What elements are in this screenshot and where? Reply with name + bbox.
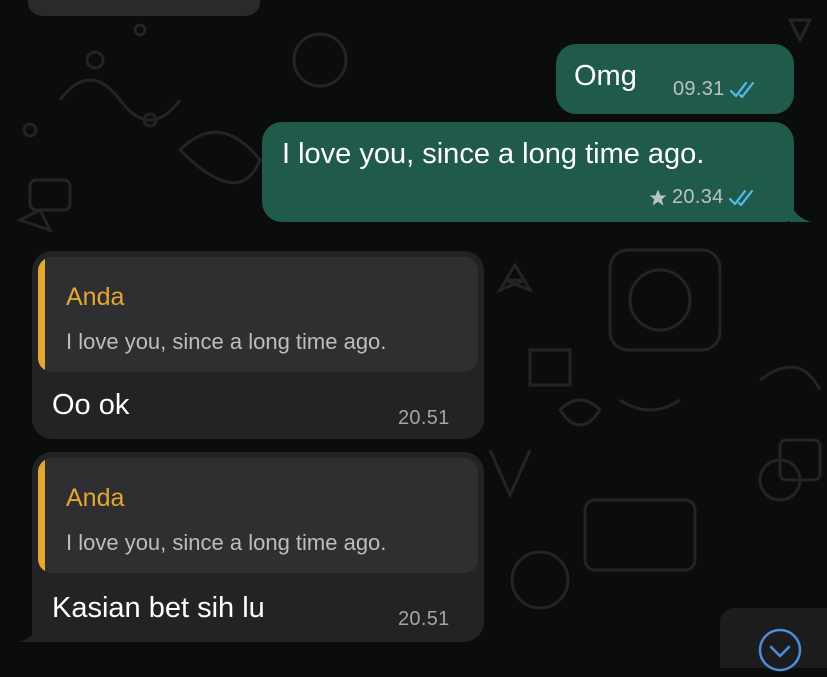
quoted-message[interactable]: Anda I love you, since a long time ago. <box>38 257 478 372</box>
message-time: 20.51 <box>398 407 450 429</box>
message-text: I love you, since a long time ago. <box>282 138 705 170</box>
quote-author: Anda <box>66 283 125 311</box>
quoted-message[interactable]: Anda I love you, since a long time ago. <box>38 458 478 573</box>
quote-accent-bar <box>38 458 45 573</box>
scroll-to-bottom-button[interactable] <box>720 608 827 672</box>
message-text: Omg <box>574 60 637 92</box>
double-check-icon <box>728 189 756 207</box>
message-bubble-outgoing[interactable]: I love you, since a long time ago. 20.34 <box>262 122 794 222</box>
previous-message-edge <box>28 0 260 16</box>
message-meta: 09.31 <box>673 78 757 101</box>
quote-text: I love you, since a long time ago. <box>66 530 387 555</box>
message-time: 20.34 <box>672 186 724 208</box>
message-meta: 20.34 <box>648 186 756 209</box>
message-time: 09.31 <box>673 78 725 100</box>
bubble-tail <box>790 200 812 222</box>
message-bubble-incoming[interactable]: Anda I love you, since a long time ago. … <box>32 251 484 439</box>
message-text: Kasian bet sih lu <box>52 592 265 624</box>
quote-text: I love you, since a long time ago. <box>66 329 387 354</box>
quote-author: Anda <box>66 484 125 512</box>
message-bubble-incoming[interactable]: Anda I love you, since a long time ago. … <box>32 452 484 642</box>
message-text: Oo ok <box>52 389 130 421</box>
double-check-icon <box>729 81 757 99</box>
message-time: 20.51 <box>398 608 450 630</box>
quote-accent-bar <box>38 257 45 372</box>
message-bubble-outgoing[interactable]: Omg 09.31 <box>556 44 794 114</box>
bubble-tail <box>18 620 40 642</box>
star-icon <box>648 188 668 208</box>
